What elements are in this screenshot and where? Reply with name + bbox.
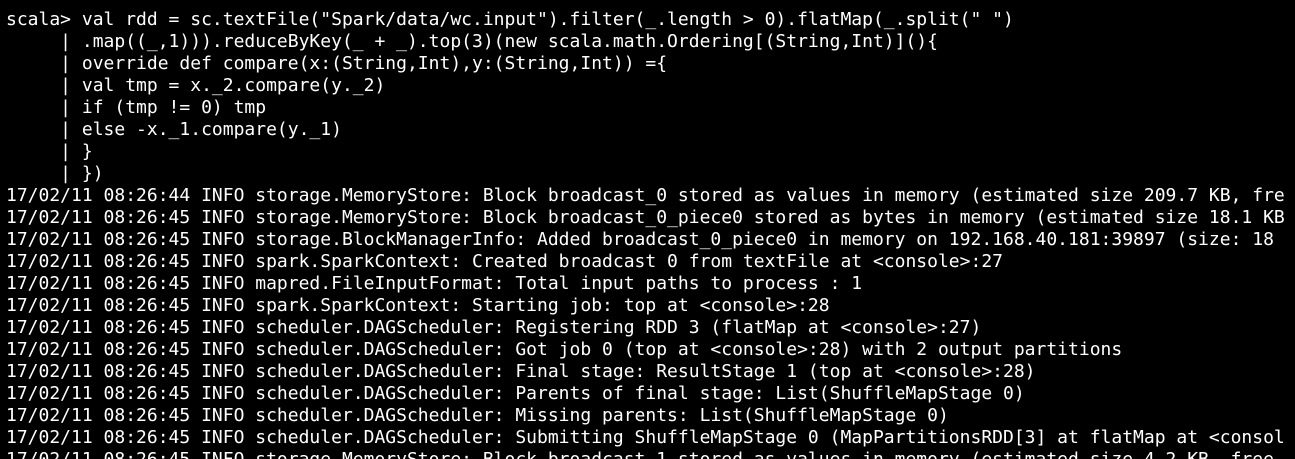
log-line: 17/02/11 08:26:45 INFO mapred.FileInputF…: [6, 273, 863, 294]
repl-continuation-line: | else -x._1.compare(y._1): [6, 119, 342, 140]
log-line: 17/02/11 08:26:45 INFO spark.SparkContex…: [6, 295, 830, 316]
repl-continuation-line: | }): [6, 163, 104, 184]
log-line: 17/02/11 08:26:45 INFO scheduler.DAGSche…: [6, 405, 949, 426]
repl-continuation-line: | .map((_,1))).reduceByKey(_ + _).top(3)…: [6, 31, 938, 52]
log-line: 17/02/11 08:26:45 INFO storage.BlockMana…: [6, 229, 1274, 250]
log-line: 17/02/11 08:26:45 INFO storage.MemorySto…: [6, 449, 1295, 459]
log-line: 17/02/11 08:26:45 INFO spark.SparkContex…: [6, 251, 1003, 272]
repl-continuation-line: | val tmp = x._2.compare(y._2): [6, 75, 386, 96]
log-line: 17/02/11 08:26:45 INFO scheduler.DAGSche…: [6, 361, 1036, 382]
log-line: 17/02/11 08:26:45 INFO scheduler.DAGSche…: [6, 339, 1123, 360]
repl-continuation-line: | if (tmp != 0) tmp: [6, 97, 267, 118]
repl-continuation-line: | override def compare(x:(String,Int),y:…: [6, 53, 668, 74]
log-line: 17/02/11 08:26:45 INFO scheduler.DAGSche…: [6, 427, 1285, 448]
log-line: 17/02/11 08:26:45 INFO storage.MemorySto…: [6, 207, 1285, 228]
log-line: 17/02/11 08:26:45 INFO scheduler.DAGSche…: [6, 383, 1025, 404]
repl-continuation-line: | }: [6, 141, 93, 162]
log-line: 17/02/11 08:26:44 INFO storage.MemorySto…: [6, 185, 1285, 206]
terminal-window[interactable]: scala> val rdd = sc.textFile("Spark/data…: [0, 0, 1295, 459]
repl-input-line: scala> val rdd = sc.textFile("Spark/data…: [6, 9, 1014, 30]
log-line: 17/02/11 08:26:45 INFO scheduler.DAGSche…: [6, 317, 982, 338]
